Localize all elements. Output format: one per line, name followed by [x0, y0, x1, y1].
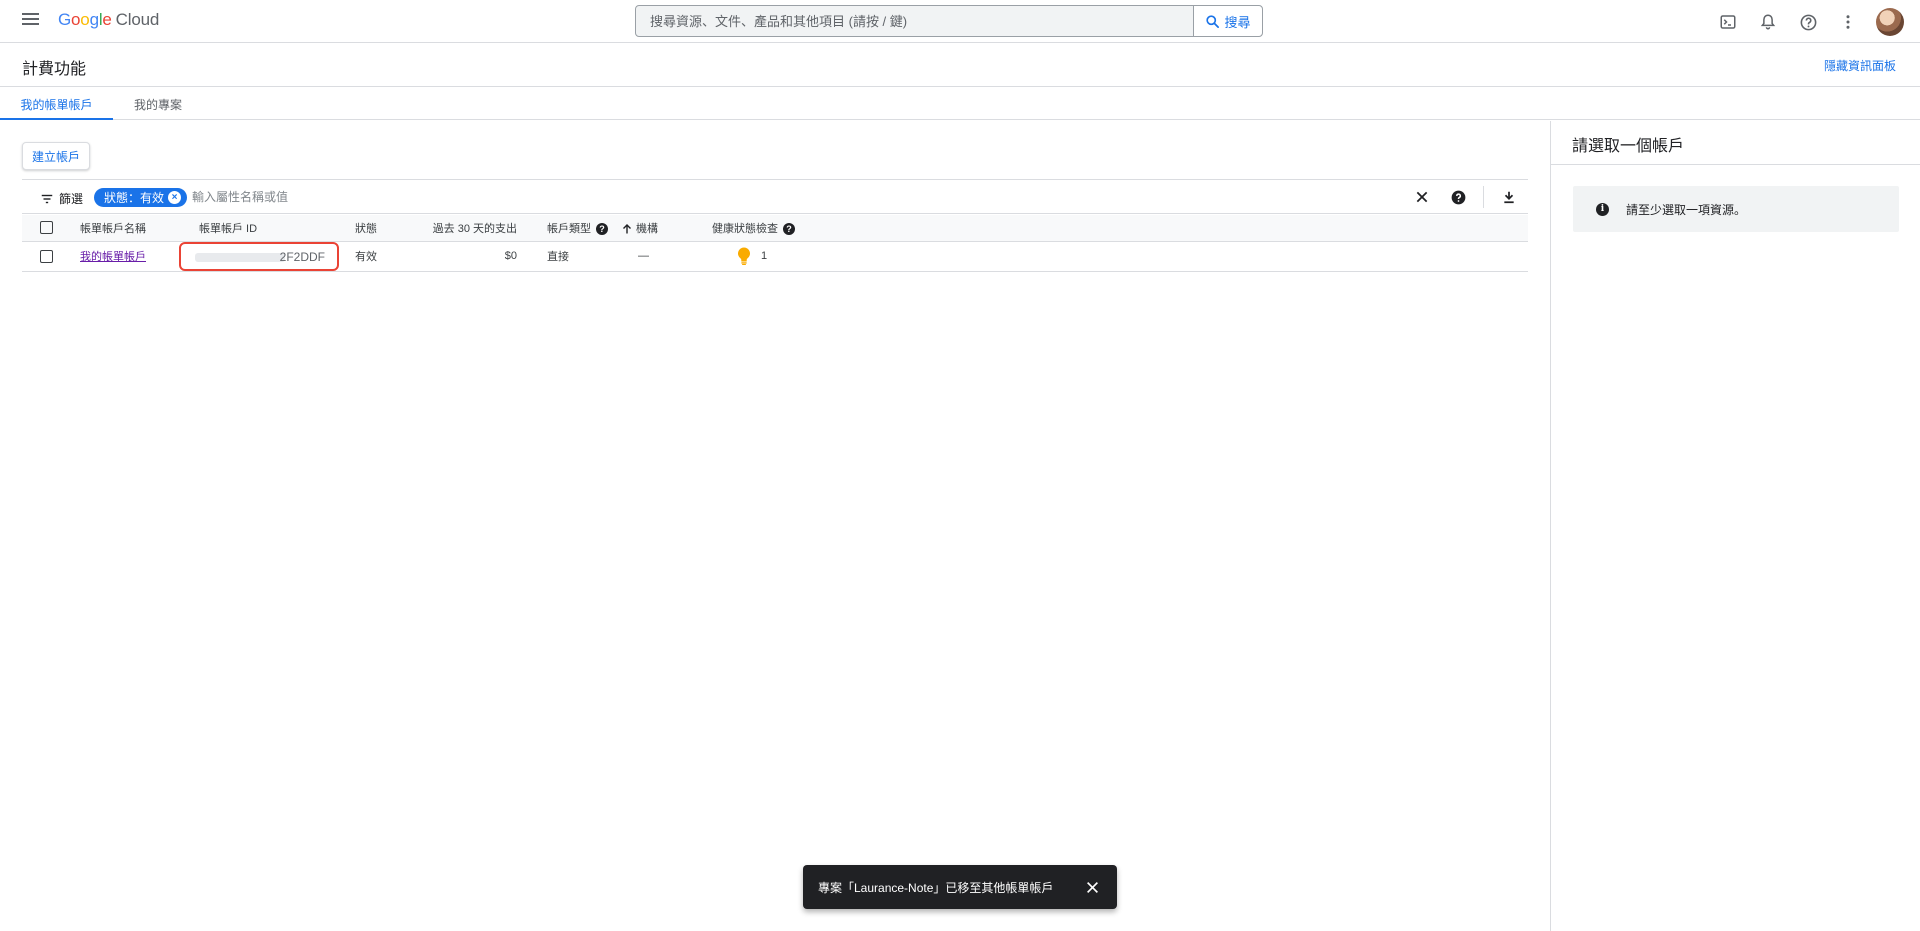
table-header-row: 帳單帳戶名稱 帳單帳戶 ID 狀態 過去 30 天的支出 帳戶類型? 機構 健康… [22, 215, 1528, 242]
select-all-checkbox[interactable] [40, 221, 53, 235]
tab-bar: 我的帳單帳戶 我的專案 [0, 87, 1920, 120]
column-header-health: 健康狀態檢查 [712, 222, 778, 235]
sort-ascending-icon[interactable] [621, 223, 633, 235]
column-header-name[interactable]: 帳單帳戶名稱 [80, 215, 199, 242]
chip-remove-icon[interactable]: × [168, 191, 182, 204]
status-filter-chip[interactable]: 狀態：有效 × [94, 188, 188, 207]
clear-filter-icon[interactable] [1411, 186, 1433, 208]
billing-accounts-table: 帳單帳戶名稱 帳單帳戶 ID 狀態 過去 30 天的支出 帳戶類型? 機構 健康… [22, 215, 1528, 272]
filter-actions [1397, 186, 1520, 208]
column-header-type-cell[interactable]: 帳戶類型? [517, 215, 636, 242]
column-header-type: 帳戶類型 [547, 222, 591, 235]
info-message-box: i 請至少選取一項資源。 [1573, 186, 1899, 232]
search-icon [1206, 14, 1220, 28]
search-input[interactable] [636, 6, 1194, 36]
account-name-link[interactable]: 我的帳單帳戶 [80, 251, 146, 263]
account-id-visible: 2F2DDF [279, 249, 325, 264]
select-all-cell [22, 215, 80, 242]
logo-google-text: Google [58, 10, 112, 29]
info-message: 請至少選取一項資源。 [1626, 202, 1747, 217]
lightbulb-icon [738, 247, 750, 265]
close-icon[interactable] [1080, 875, 1104, 899]
hamburger-menu-icon[interactable] [20, 10, 42, 32]
download-icon[interactable] [1498, 186, 1520, 208]
search-button[interactable]: 搜尋 [1193, 6, 1262, 36]
info-panel-title: 請選取一個帳戶 [1572, 138, 1685, 155]
column-header-status[interactable]: 狀態 [355, 215, 415, 242]
search-button-label: 搜尋 [1224, 14, 1251, 30]
account-id-cell: 2F2DDF [179, 241, 355, 272]
type-cell: 直接 [517, 241, 636, 272]
tab-my-projects[interactable]: 我的專案 [113, 87, 203, 120]
search-box: 搜尋 [635, 5, 1263, 37]
top-icon-group [1702, 8, 1904, 36]
help-icon[interactable] [1794, 8, 1822, 36]
more-vert-icon[interactable] [1834, 8, 1862, 36]
divider [1483, 186, 1484, 208]
tab-my-billing-accounts[interactable]: 我的帳單帳戶 [0, 87, 113, 120]
health-help-icon[interactable]: ? [783, 222, 795, 235]
row-checkbox[interactable] [40, 249, 53, 263]
info-panel: 請選取一個帳戶 i 請至少選取一項資源。 [1550, 121, 1920, 931]
spend-cell: $0 [415, 241, 517, 272]
page-header: 計費功能 隱藏資訊面板 [0, 43, 1920, 87]
hide-info-panel-link[interactable]: 隱藏資訊面板 [1824, 57, 1896, 74]
filter-label: 篩選 [59, 192, 84, 206]
top-app-bar: Google Cloud 搜尋 [0, 0, 1920, 43]
status-filter-chip-label: 狀態：有效 [104, 191, 165, 205]
row-select-cell [22, 241, 80, 272]
snackbar: 專案「Laurance-Note」已移至其他帳單帳戶 [803, 865, 1117, 909]
snackbar-message: 專案「Laurance-Note」已移至其他帳單帳戶 [818, 880, 1054, 895]
org-cell: — [636, 241, 712, 272]
divider [1551, 164, 1920, 165]
logo-cloud-text: Cloud [115, 10, 160, 29]
page-title: 計費功能 [22, 61, 87, 78]
create-account-button[interactable]: 建立帳戶 [22, 142, 90, 170]
status-cell: 有效 [355, 241, 415, 272]
column-header-org[interactable]: 機構 [636, 215, 712, 242]
info-icon: i [1596, 202, 1609, 216]
filter-help-icon[interactable] [1447, 186, 1469, 208]
account-id-highlight: 2F2DDF [179, 241, 339, 271]
health-cell[interactable]: 1 [712, 241, 1528, 272]
cloud-shell-icon[interactable] [1714, 8, 1742, 36]
type-help-icon[interactable]: ? [596, 222, 608, 235]
table-row[interactable]: 我的帳單帳戶 2F2DDF 有效 $0 直接 — 1 [22, 241, 1528, 272]
google-cloud-logo[interactable]: Google Cloud [58, 10, 159, 30]
avatar[interactable] [1876, 8, 1904, 36]
redacted-id-part [195, 252, 285, 262]
notifications-icon[interactable] [1754, 8, 1782, 36]
column-header-spend[interactable]: 過去 30 天的支出 [415, 215, 517, 242]
filter-bar: 篩選 狀態：有效 × [22, 179, 1528, 214]
filter-input[interactable] [192, 187, 592, 207]
column-header-health-cell[interactable]: 健康狀態檢查? [712, 215, 1528, 242]
health-count: 1 [761, 249, 768, 262]
filter-icon [41, 194, 53, 203]
column-header-id[interactable]: 帳單帳戶 ID [199, 215, 355, 242]
filter-button[interactable]: 篩選 [40, 190, 83, 207]
